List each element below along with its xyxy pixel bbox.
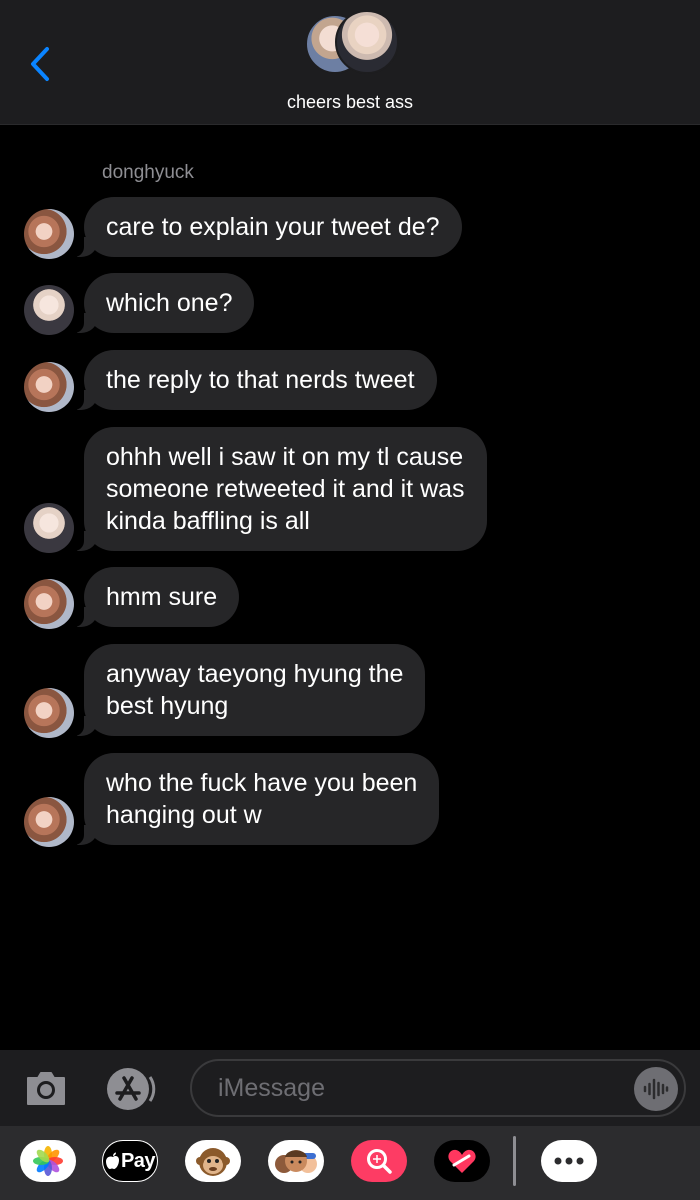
sender-avatar[interactable]: [24, 688, 74, 738]
back-button[interactable]: [22, 44, 58, 84]
animoji-app[interactable]: [185, 1140, 241, 1182]
image-search-app[interactable]: [351, 1140, 407, 1182]
audio-record-button[interactable]: [634, 1067, 678, 1111]
message-row: anyway taeyong hyung the best hyung: [0, 644, 700, 738]
sender-avatar[interactable]: [24, 503, 74, 553]
sender-avatar[interactable]: [24, 362, 74, 412]
group-avatar[interactable]: [305, 10, 399, 82]
sender-name: donghyuck: [102, 162, 194, 183]
sender-avatar[interactable]: [24, 209, 74, 259]
message-row: hmm sure: [0, 567, 700, 629]
message-row: the reply to that nerds tweet: [0, 350, 700, 412]
digital-touch-icon: [448, 1149, 476, 1173]
message-row: who the fuck have you been hanging out w: [0, 753, 700, 847]
app-store-button[interactable]: [106, 1067, 160, 1111]
audio-waveform-icon: [643, 1078, 669, 1100]
message-row: which one?: [0, 273, 700, 335]
message-bubble[interactable]: care to explain your tweet de?: [74, 197, 462, 257]
message-bubble[interactable]: the reply to that nerds tweet: [74, 350, 437, 410]
chevron-left-icon: [31, 47, 49, 81]
message-row: care to explain your tweet de?: [0, 197, 700, 259]
sender-avatar[interactable]: [24, 285, 74, 335]
app-drawer: Pay: [0, 1126, 700, 1200]
more-apps-button[interactable]: [541, 1140, 597, 1182]
image-search-icon: [367, 1149, 392, 1174]
apple-pay-app[interactable]: Pay: [102, 1140, 158, 1182]
app-store-icon: [107, 1068, 156, 1110]
message-placeholder: iMessage: [218, 1074, 325, 1102]
apple-pay-label: Pay: [120, 1149, 156, 1172]
apple-logo-icon: [105, 1152, 119, 1169]
photos-icon: [33, 1146, 63, 1176]
message-input[interactable]: iMessage: [190, 1059, 686, 1117]
message-bubble[interactable]: which one?: [73, 273, 255, 333]
message-thread: donghyuck care to explain your tweet de?…: [0, 125, 700, 1050]
more-icon: [554, 1157, 584, 1165]
composer-bar: iMessage: [0, 1050, 700, 1126]
message-bubble[interactable]: hmm sure: [73, 567, 240, 627]
camera-button[interactable]: [24, 1068, 68, 1108]
photos-app[interactable]: [20, 1140, 76, 1182]
conversation-title[interactable]: cheers best ass: [0, 92, 700, 113]
member-avatar: [335, 10, 399, 74]
drawer-divider: [513, 1136, 516, 1186]
sender-avatar[interactable]: [24, 579, 74, 629]
message-bubble[interactable]: who the fuck have you been hanging out w: [73, 753, 440, 845]
message-bubble[interactable]: ohhh well i saw it on my tl cause someon…: [74, 427, 487, 551]
memoji-app[interactable]: [268, 1140, 324, 1182]
message-row: ohhh well i saw it on my tl cause someon…: [0, 427, 700, 553]
animoji-icon: [196, 1148, 230, 1176]
sender-avatar[interactable]: [24, 797, 74, 847]
conversation-header: cheers best ass: [0, 0, 700, 125]
memoji-icon: [275, 1150, 317, 1173]
message-bubble[interactable]: anyway taeyong hyung the best hyung: [73, 644, 426, 736]
camera-icon: [27, 1072, 65, 1105]
digital-touch-app[interactable]: [434, 1140, 490, 1182]
